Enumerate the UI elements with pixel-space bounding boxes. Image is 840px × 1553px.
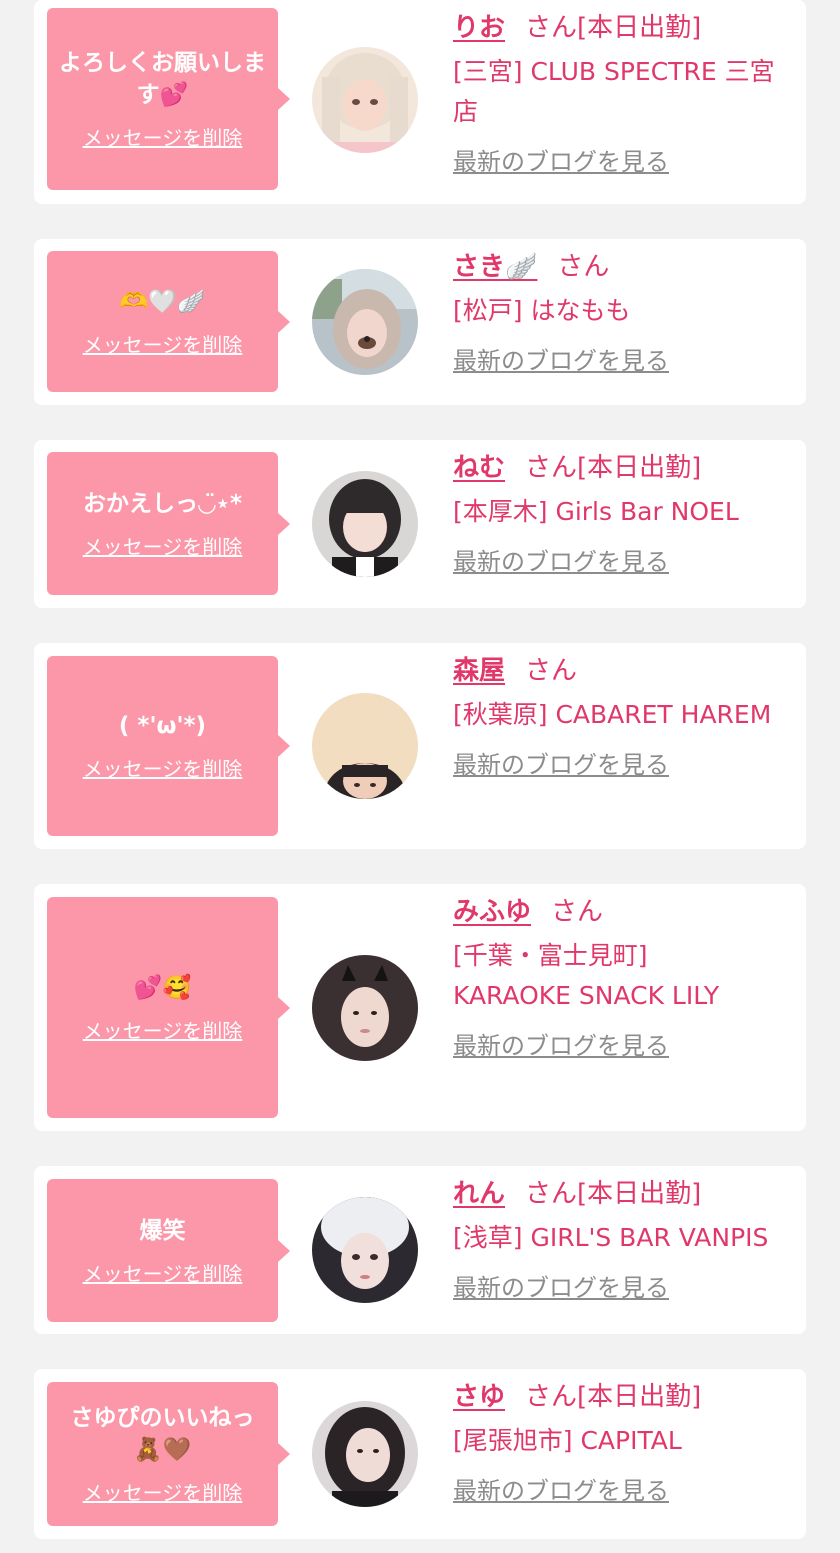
message-bubble: さゆぴのいいねっ🧸🤎 メッセージを削除 — [47, 1382, 290, 1526]
avatar[interactable] — [312, 955, 418, 1061]
name-row: さき🪽 さん — [453, 247, 794, 287]
shop-name: [松戸] はなもも — [453, 296, 631, 325]
cast-info: れん さん[本日出勤] [浅草] GIRL'S BAR VANPIS 最新のブログ… — [453, 1174, 794, 1304]
avatar[interactable] — [312, 471, 418, 577]
message-card: さゆぴのいいねっ🧸🤎 メッセージを削除 さゆ さん[本日出勤] [尾張旭市] CA… — [34, 1369, 806, 1539]
cast-name-link[interactable]: 森屋 — [453, 656, 505, 686]
message-text: 爆笑 — [139, 1217, 186, 1244]
cast-info: りお さん[本日出勤] [三宮] CLUB SPECTRE 三宮店 最新のブログを… — [453, 8, 794, 178]
shop-name: [三宮] CLUB SPECTRE 三宮店 — [453, 57, 775, 126]
name-row: れん さん[本日出勤] — [453, 1174, 794, 1214]
message-text: よろしくお願いします💕 — [59, 50, 266, 108]
latest-blog-link[interactable]: 最新のブログを見る — [453, 345, 669, 377]
cast-name-link[interactable]: りお — [453, 13, 505, 43]
delete-message-link[interactable]: メッセージを削除 — [83, 332, 243, 358]
message-bubble: よろしくお願いします💕 メッセージを削除 — [47, 8, 290, 190]
avatar[interactable] — [312, 693, 418, 799]
delete-message-link[interactable]: メッセージを削除 — [83, 1018, 243, 1044]
message-text: おかえしっ◡̈⋆* — [82, 490, 243, 517]
message-card: よろしくお願いします💕 メッセージを削除 りお さん[本日出勤] [三宮] CLU… — [34, 0, 806, 204]
latest-blog-link[interactable]: 最新のブログを見る — [453, 146, 669, 178]
cast-info: 森屋 さん [秋葉原] CABARET HAREM 最新のブログを見る — [453, 651, 794, 781]
cast-info: みふゆ さん [千葉・富士見町] KARAOKE SNACK LILY 最新のブロ… — [453, 892, 794, 1062]
message-card: 💕🥰 メッセージを削除 みふゆ さん [千葉・富士見町] KARAOKE SNAC… — [34, 884, 806, 1131]
delete-message-link[interactable]: メッセージを削除 — [83, 1480, 243, 1506]
message-bubble: 🫶🤍🪽 メッセージを削除 — [47, 251, 290, 392]
cast-name-link[interactable]: さき🪽 — [453, 252, 537, 282]
avatar[interactable] — [312, 1197, 418, 1303]
name-row: 森屋 さん — [453, 651, 794, 691]
message-bubble: 💕🥰 メッセージを削除 — [47, 897, 290, 1118]
cast-name-link[interactable]: れん — [453, 1179, 505, 1209]
delete-message-link[interactable]: メッセージを削除 — [83, 534, 243, 560]
name-row: りお さん[本日出勤] — [453, 8, 794, 48]
cast-info: ねむ さん[本日出勤] [本厚木] Girls Bar NOEL 最新のブログを見… — [453, 448, 794, 578]
cast-name-link[interactable]: ねむ — [453, 453, 505, 483]
cast-info: さき🪽 さん [松戸] はなもも 最新のブログを見る — [453, 247, 794, 377]
honorific-status: さん — [525, 656, 578, 686]
honorific-status: さん[本日出勤] — [525, 1179, 702, 1209]
message-card: 🫶🤍🪽 メッセージを削除 さき🪽 さん [松戸] はなもも 最新のブログを見る — [34, 239, 806, 405]
message-card: ( *'ω'*) メッセージを削除 森屋 さん [秋葉原] CABARET HAR… — [34, 643, 806, 849]
message-text: ( *'ω'*) — [118, 713, 207, 739]
shop-name: [尾張旭市] CAPITAL — [453, 1426, 682, 1455]
latest-blog-link[interactable]: 最新のブログを見る — [453, 546, 669, 578]
message-card: 爆笑 メッセージを削除 れん さん[本日出勤] [浅草] GIRL'S BAR V… — [34, 1166, 806, 1334]
message-bubble: 爆笑 メッセージを削除 — [47, 1179, 290, 1322]
delete-message-link[interactable]: メッセージを削除 — [83, 756, 243, 782]
avatar[interactable] — [312, 1401, 418, 1507]
message-text: 🫶🤍🪽 — [119, 288, 206, 315]
message-text: 💕🥰 — [133, 974, 192, 1001]
latest-blog-link[interactable]: 最新のブログを見る — [453, 1030, 669, 1062]
avatar[interactable] — [312, 47, 418, 153]
cast-name-link[interactable]: みふゆ — [453, 897, 531, 927]
honorific-status: さん[本日出勤] — [525, 13, 702, 43]
message-bubble: おかえしっ◡̈⋆* メッセージを削除 — [47, 452, 290, 595]
honorific-status: さん[本日出勤] — [525, 453, 702, 483]
message-bubble: ( *'ω'*) メッセージを削除 — [47, 656, 290, 836]
latest-blog-link[interactable]: 最新のブログを見る — [453, 749, 669, 781]
latest-blog-link[interactable]: 最新のブログを見る — [453, 1475, 669, 1507]
shop-name: [千葉・富士見町] KARAOKE SNACK LILY — [453, 941, 720, 1010]
name-row: さゆ さん[本日出勤] — [453, 1377, 794, 1417]
honorific-status: さん[本日出勤] — [525, 1382, 702, 1412]
honorific-status: さん — [557, 252, 610, 282]
shop-name: [本厚木] Girls Bar NOEL — [453, 497, 739, 526]
latest-blog-link[interactable]: 最新のブログを見る — [453, 1272, 669, 1304]
delete-message-link[interactable]: メッセージを削除 — [83, 125, 243, 151]
name-row: みふゆ さん — [453, 892, 794, 932]
cast-name-link[interactable]: さゆ — [453, 1382, 505, 1412]
shop-name: [浅草] GIRL'S BAR VANPIS — [453, 1223, 769, 1252]
avatar[interactable] — [312, 269, 418, 375]
message-text: さゆぴのいいねっ🧸🤎 — [70, 1405, 255, 1463]
delete-message-link[interactable]: メッセージを削除 — [83, 1261, 243, 1287]
honorific-status: さん — [551, 897, 604, 927]
name-row: ねむ さん[本日出勤] — [453, 448, 794, 488]
shop-name: [秋葉原] CABARET HAREM — [453, 700, 772, 729]
cast-info: さゆ さん[本日出勤] [尾張旭市] CAPITAL 最新のブログを見る — [453, 1377, 794, 1507]
message-card: おかえしっ◡̈⋆* メッセージを削除 ねむ さん[本日出勤] [本厚木] Girl… — [34, 440, 806, 608]
